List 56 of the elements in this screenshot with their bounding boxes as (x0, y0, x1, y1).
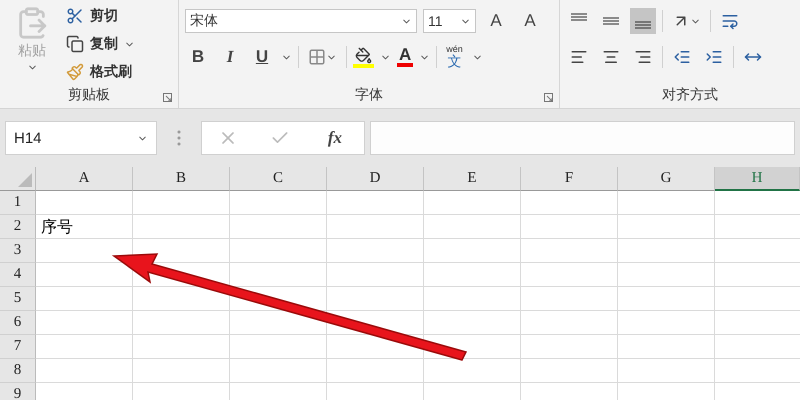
column-header[interactable]: B (133, 167, 230, 191)
dialog-launcher-icon[interactable] (163, 93, 172, 102)
row-header[interactable]: 5 (0, 287, 36, 311)
row-header[interactable]: 1 (0, 191, 36, 215)
triangle-icon (18, 173, 32, 187)
format-painter-button[interactable]: 格式刷 (64, 60, 137, 84)
dialog-launcher-icon[interactable] (544, 93, 553, 102)
wrap-text-icon (721, 12, 739, 30)
scissors-icon (66, 7, 84, 25)
column-header[interactable]: C (230, 167, 327, 191)
decrease-font-size-button[interactable]: A (516, 8, 544, 34)
row-header[interactable]: 6 (0, 311, 36, 335)
drag-handle-icon[interactable] (177, 130, 181, 146)
font-size-select[interactable]: 11 (423, 9, 476, 33)
row-header[interactable]: 7 (0, 335, 36, 359)
formula-input[interactable] (370, 121, 795, 155)
copy-icon (66, 35, 84, 53)
increase-font-size-button[interactable]: A (482, 8, 510, 34)
fill-color-button[interactable] (353, 46, 374, 68)
vertical-align-button[interactable] (630, 8, 656, 34)
name-box[interactable]: H14 (5, 121, 157, 155)
bold-button[interactable]: B (185, 44, 211, 70)
underline-button[interactable]: U (249, 44, 275, 70)
phonetic-button[interactable]: wén 文 (443, 45, 466, 69)
column-header[interactable]: G (618, 167, 715, 191)
italic-button[interactable]: I (217, 44, 243, 70)
indent-increase-icon (705, 48, 723, 66)
column-header[interactable]: E (424, 167, 521, 191)
row-header[interactable]: 2 (0, 215, 36, 239)
align-right-icon (634, 48, 652, 66)
group-label: 字体 (355, 86, 383, 104)
font-color-button[interactable]: A (397, 47, 414, 67)
paint-bucket-icon (355, 46, 372, 64)
copy-button[interactable]: 复制 (64, 32, 137, 56)
align-top-icon (571, 13, 587, 21)
grid-icon (308, 48, 326, 66)
row-header[interactable]: 8 (0, 359, 36, 383)
align-middle-icon (603, 17, 619, 25)
column-header[interactable]: D (327, 167, 424, 191)
table-cell[interactable]: 序号 (36, 215, 133, 239)
align-bottom-icon (635, 21, 651, 29)
column-header[interactable]: F (521, 167, 618, 191)
group-label: 对齐方式 (661, 86, 719, 104)
paintbrush-icon (66, 63, 84, 81)
row-header[interactable]: 3 (0, 239, 36, 263)
group-label: 剪贴板 (68, 86, 110, 104)
column-header[interactable]: A (36, 167, 133, 191)
align-left-icon (570, 48, 588, 66)
column-header[interactable]: H (715, 167, 800, 191)
row-header[interactable]: 9 (0, 383, 36, 400)
insert-function-button[interactable]: fx (322, 127, 348, 149)
indent-decrease-icon (673, 48, 691, 66)
cut-button[interactable]: 剪切 (64, 4, 137, 28)
row-header[interactable]: 4 (0, 263, 36, 287)
font-name-select[interactable]: 宋体 (185, 9, 417, 33)
align-center-icon (602, 48, 620, 66)
